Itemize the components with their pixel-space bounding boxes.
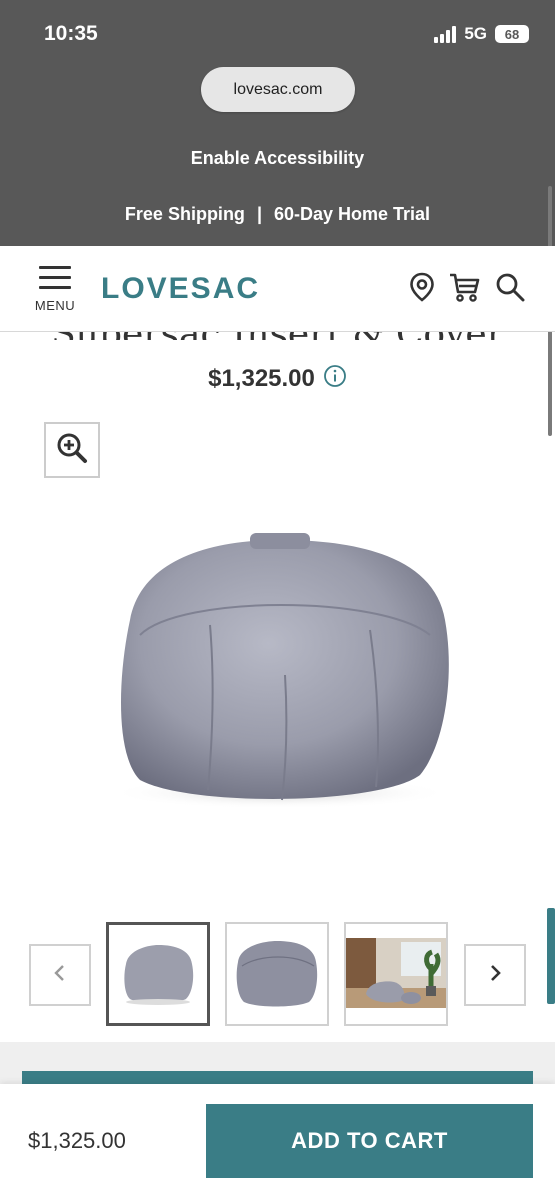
battery-icon: 68 — [495, 25, 529, 43]
product-image[interactable] — [100, 525, 460, 815]
gallery-thumbnail[interactable] — [344, 922, 448, 1026]
url-bar[interactable]: lovesac.com — [201, 67, 355, 112]
teal-strip — [22, 1071, 533, 1085]
hamburger-icon — [39, 266, 71, 289]
cart-icon[interactable] — [449, 272, 481, 307]
signal-icon — [434, 25, 457, 43]
search-icon[interactable] — [495, 272, 525, 307]
price-line: $1,325.00 — [0, 364, 555, 393]
header-actions — [409, 272, 525, 307]
lovesac-logo[interactable]: LOVESAC — [101, 272, 260, 306]
sticky-cart-bar: $1,325.00 ADD TO CART — [0, 1084, 555, 1200]
product-price: $1,325.00 — [208, 364, 315, 392]
add-to-cart-button[interactable]: ADD TO CART — [206, 1104, 533, 1178]
sticky-price: $1,325.00 — [28, 1128, 126, 1153]
network-label: 5G — [464, 24, 487, 43]
promo-banner: Free Shipping | 60-Day Home Trial — [0, 204, 555, 225]
side-tab-indicator[interactable] — [547, 908, 555, 1004]
zoom-button[interactable] — [44, 422, 100, 478]
menu-label: MENU — [34, 298, 76, 313]
free-shipping-text: Free Shipping — [124, 204, 245, 224]
gallery-next-button[interactable] — [464, 944, 526, 1006]
site-header: MENU LOVESAC — [0, 246, 555, 332]
status-bar: 10:35 5G 68 — [0, 0, 555, 70]
location-pin-icon[interactable] — [409, 272, 435, 307]
enable-accessibility-link[interactable]: Enable Accessibility — [0, 148, 555, 169]
info-icon[interactable] — [323, 364, 347, 393]
banner-separator: | — [256, 204, 262, 224]
zoom-in-icon — [56, 432, 88, 469]
browser-bar: lovesac.com Enable Accessibility Free Sh… — [0, 67, 555, 246]
gallery-thumbnail[interactable] — [225, 922, 329, 1026]
chevron-right-icon — [488, 964, 502, 987]
gallery-thumbnail[interactable] — [106, 922, 210, 1026]
gallery-prev-button[interactable] — [29, 944, 91, 1006]
menu-button[interactable]: MENU — [30, 266, 80, 316]
chevron-left-icon — [53, 964, 67, 987]
status-time: 10:35 — [44, 22, 98, 45]
image-gallery — [0, 922, 555, 1030]
home-trial-text: 60-Day Home Trial — [273, 204, 431, 224]
status-indicators: 5G 68 — [434, 24, 529, 44]
